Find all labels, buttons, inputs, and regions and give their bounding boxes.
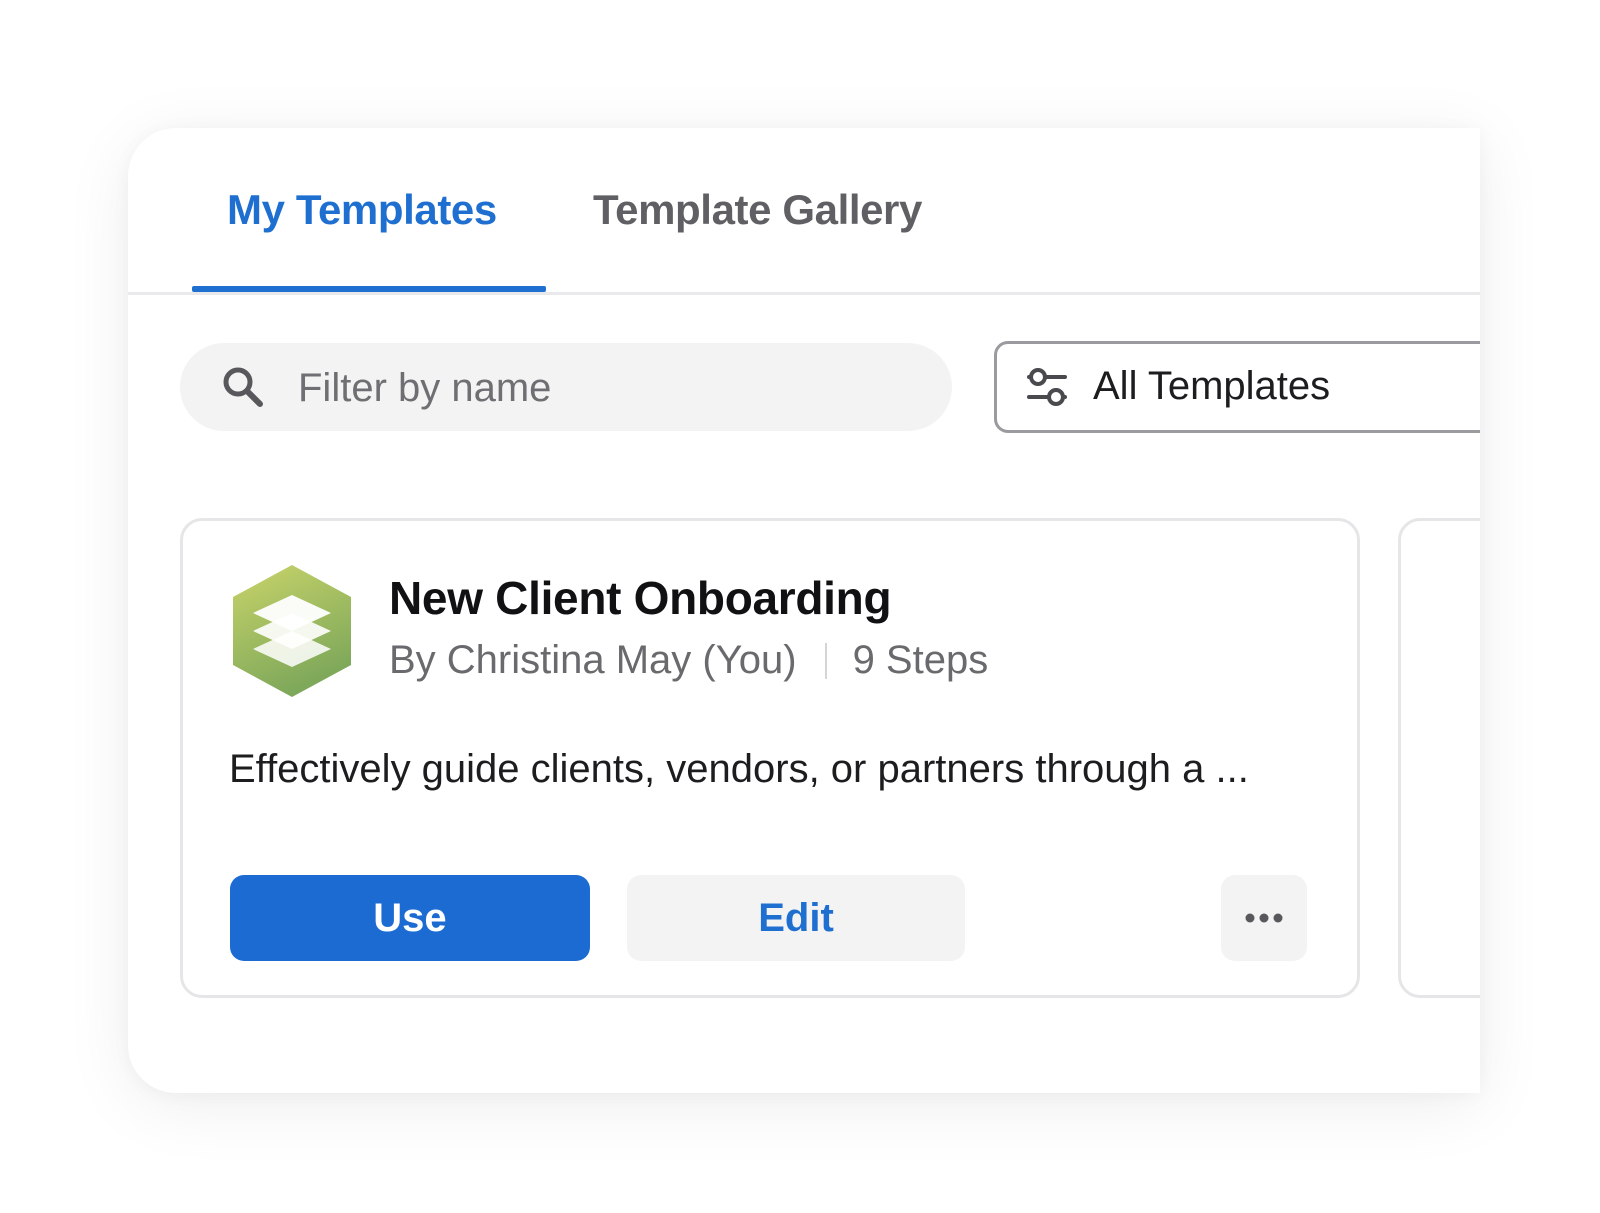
- use-button[interactable]: Use: [230, 875, 590, 961]
- active-tab-indicator: [192, 286, 546, 292]
- search-input[interactable]: [296, 343, 920, 433]
- tab-my-templates[interactable]: My Templates: [227, 186, 497, 234]
- search-bar[interactable]: [180, 343, 952, 433]
- template-filter-dropdown[interactable]: All Templates: [994, 341, 1480, 433]
- edit-button[interactable]: Edit: [627, 875, 965, 961]
- template-card-partial[interactable]: [1398, 518, 1480, 998]
- templates-panel-inner: My Templates Template Gallery All: [128, 128, 1480, 1093]
- template-title[interactable]: New Client Onboarding: [389, 571, 892, 625]
- tab-bar: My Templates Template Gallery: [128, 128, 1480, 295]
- template-step-count: 9 Steps: [852, 638, 989, 682]
- template-author: By Christina May (You): [389, 638, 797, 682]
- more-horizontal-icon: [1245, 913, 1283, 923]
- search-icon: [223, 367, 263, 407]
- template-card: New Client Onboarding By Christina May (…: [180, 518, 1360, 998]
- stacked-layers-icon: [233, 565, 351, 697]
- template-meta: By Christina May (You) 9 Steps: [389, 638, 988, 683]
- page: My Templates Template Gallery All: [0, 0, 1600, 1213]
- tab-template-gallery[interactable]: Template Gallery: [593, 186, 922, 234]
- meta-divider: [824, 642, 827, 679]
- more-options-button[interactable]: [1221, 875, 1307, 961]
- filter-selected-value: All Templates: [1093, 364, 1331, 408]
- sliders-icon: [1027, 368, 1067, 406]
- templates-panel: My Templates Template Gallery All: [128, 128, 1480, 1093]
- template-description: Effectively guide clients, vendors, or p…: [229, 747, 1249, 791]
